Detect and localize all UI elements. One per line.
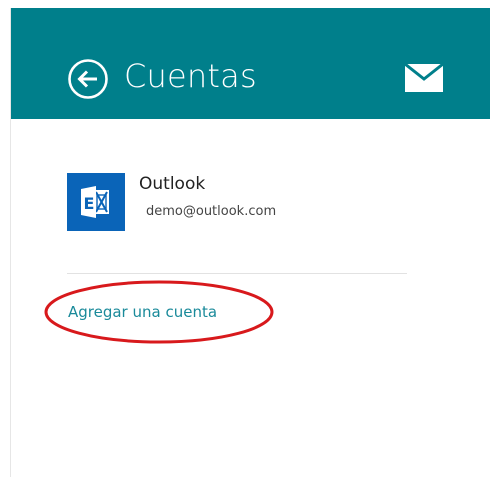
mail-button[interactable] — [404, 62, 444, 92]
mail-envelope-icon — [404, 62, 444, 92]
back-arrow-circle-icon — [68, 59, 108, 99]
exchange-icon: E — [67, 173, 125, 231]
header-bar: Cuentas — [11, 8, 490, 119]
account-name: Outlook — [139, 174, 206, 194]
divider — [67, 273, 407, 274]
add-account-link[interactable]: Agregar una cuenta — [68, 302, 217, 322]
page-title: Cuentas — [124, 57, 257, 95]
back-button[interactable] — [67, 58, 109, 100]
account-item-outlook[interactable]: E Outlook demo@outlook.com — [67, 173, 407, 235]
account-email: demo@outlook.com — [146, 204, 277, 219]
svg-text:E: E — [84, 194, 95, 213]
accounts-pane: Cuentas E Outlook demo@outlook.com Agreg… — [10, 8, 490, 477]
